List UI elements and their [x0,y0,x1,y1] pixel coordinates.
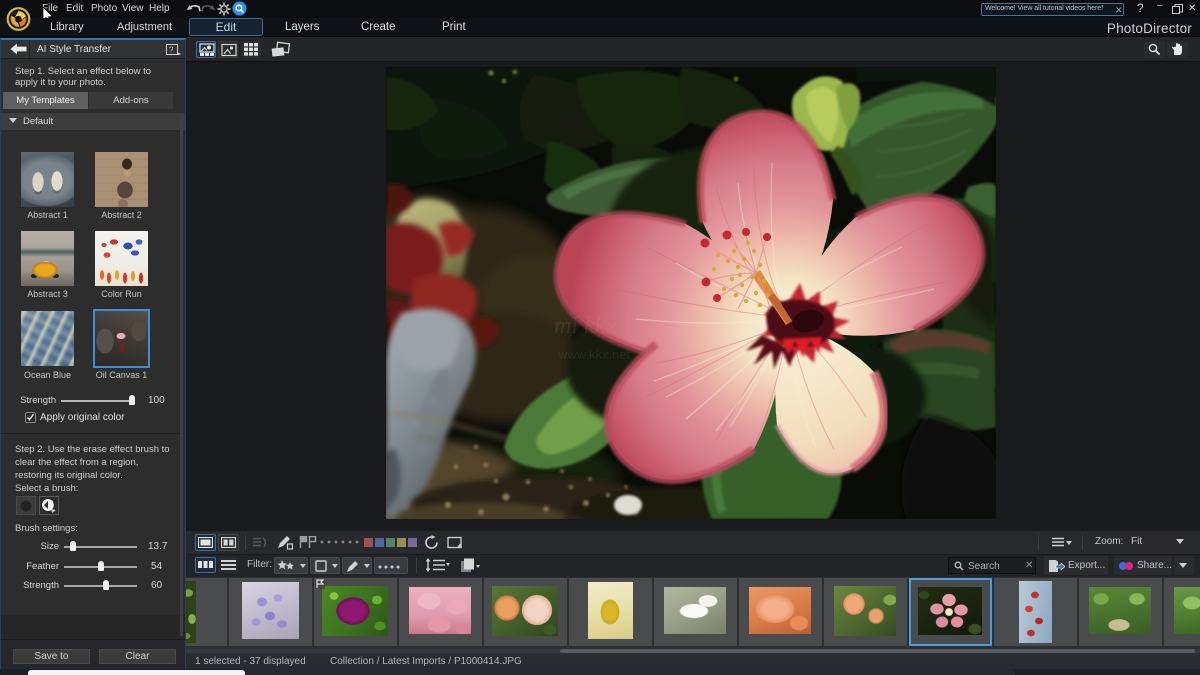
svg-text:?: ? [169,46,174,55]
svg-text:www.kkx.net: www.kkx.net [557,347,631,362]
svg-text:mi kkx: mi kkx [554,313,616,339]
